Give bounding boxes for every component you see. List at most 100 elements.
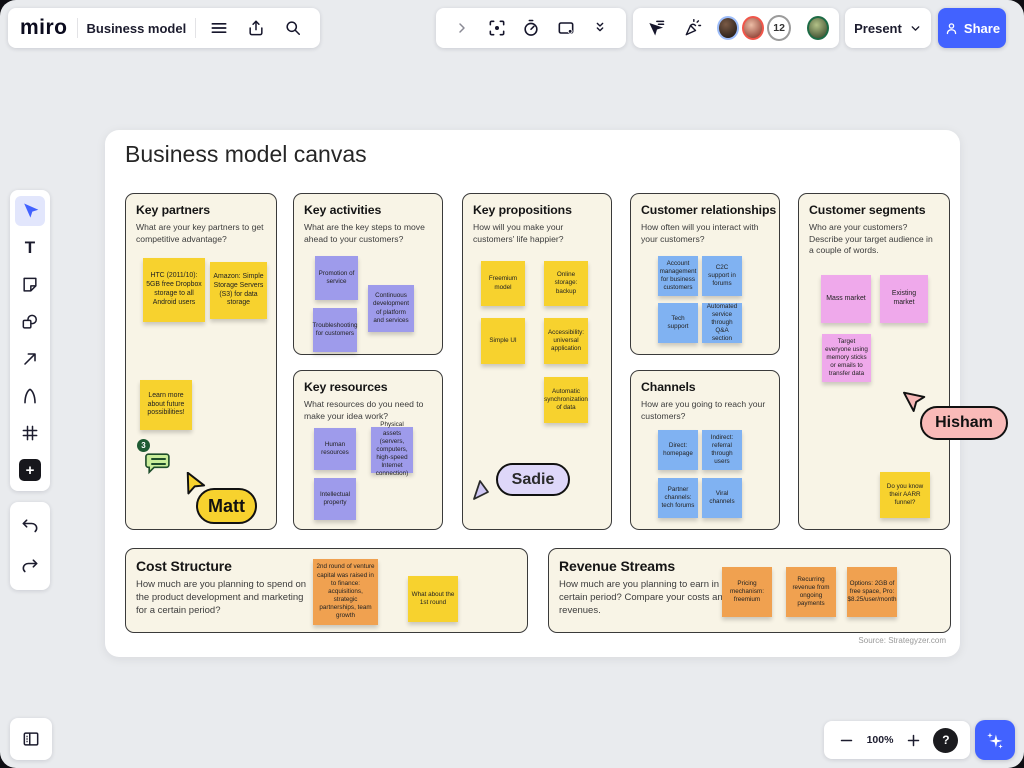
follow-cursor-icon (648, 20, 664, 36)
section-description: How often will you interact with your cu… (641, 222, 759, 244)
search-button[interactable] (279, 14, 307, 42)
sticky-note[interactable]: Physical assets (servers, computers, hig… (371, 421, 413, 477)
undo-button[interactable] (15, 511, 45, 541)
search-icon (286, 21, 301, 35)
select-cursor-icon (24, 203, 39, 218)
follow-button[interactable] (643, 14, 668, 42)
sticky-note[interactable]: HTC (2011/10): 5GB free Dropbox storage … (143, 258, 205, 322)
divider (195, 18, 197, 38)
undo-icon (22, 519, 38, 533)
section-description: Who are your customers? Describe your ta… (809, 222, 933, 256)
arrow-icon (24, 353, 36, 365)
text-tool-icon: T (24, 238, 36, 257)
pen-tool[interactable] (15, 381, 45, 411)
source-attribution: Source: Strategyzer.com (858, 636, 946, 645)
sticky-note[interactable]: Do you know their AARR funnel? (880, 472, 930, 518)
miro-logo[interactable]: miro (20, 16, 68, 40)
current-user-avatar[interactable] (807, 16, 829, 40)
sticky-note[interactable]: Recurring revenue from ongoing payments (786, 567, 836, 617)
sticky-note[interactable]: Direct: homepage (658, 430, 698, 470)
text-tool[interactable]: T (15, 233, 45, 263)
divider (76, 18, 78, 38)
creation-toolbar: T + (10, 190, 50, 491)
share-button[interactable]: Share (938, 8, 1006, 48)
share-label: Share (963, 20, 1001, 36)
export-icon (249, 20, 263, 36)
sticky-note[interactable]: Amazon: Simple Storage Servers (S3) for … (210, 262, 267, 319)
collaborator-avatar[interactable] (742, 16, 765, 40)
sticky-note[interactable]: Viral channels (702, 478, 742, 518)
section-description: What are the key steps to move ahead to … (304, 222, 425, 244)
chevron-down-icon (911, 25, 920, 31)
help-button[interactable]: ? (933, 727, 959, 753)
collaborator-avatar[interactable] (717, 16, 740, 40)
sticky-note[interactable]: Automatic synchronization of data (544, 377, 588, 423)
section-description: What are your key partners to get compet… (136, 222, 264, 244)
zoom-in-button[interactable] (902, 726, 924, 754)
pen-icon (24, 388, 36, 404)
export-button[interactable] (242, 14, 270, 42)
shapes-icon (22, 314, 37, 329)
main-menu-button[interactable] (205, 14, 233, 42)
collapse-toolbar-button[interactable] (448, 14, 476, 42)
sticky-note[interactable]: Troubleshooting for customers (313, 308, 357, 352)
sticky-note[interactable]: Partner channels: tech forums (658, 478, 698, 518)
zoom-level[interactable]: 100% (867, 734, 894, 746)
sticky-note[interactable]: Human resources (314, 428, 356, 470)
participants-count-badge[interactable]: 12 (767, 15, 792, 41)
sticky-note-tool[interactable] (15, 270, 45, 300)
sticky-note[interactable]: Automated service through Q&A section (702, 303, 742, 343)
section-description: How will you make your customers' life h… (473, 222, 564, 244)
sadie-name-tag: Sadie (496, 463, 570, 496)
redo-button[interactable] (15, 551, 45, 581)
matt-name-tag: Matt (196, 488, 257, 524)
sticky-note[interactable]: Mass market (821, 275, 871, 323)
sticky-note[interactable]: Promotion of service (315, 256, 358, 300)
sticky-note[interactable]: Learn more about future possibilities! (140, 380, 192, 430)
frames-panel-button[interactable] (10, 718, 52, 760)
zoom-out-button[interactable] (836, 726, 858, 754)
sticky-note[interactable]: Options: 2GB of free space, Pro: $8.25/u… (847, 567, 897, 617)
sparkles-icon (987, 732, 1003, 749)
sticky-note[interactable]: Simple UI (481, 318, 525, 364)
ai-assistant-button[interactable] (975, 720, 1015, 760)
sticky-note[interactable]: What about the 1st round (408, 576, 458, 622)
frame-tool[interactable] (15, 418, 45, 448)
section-description: How are you going to reach your customer… (641, 399, 766, 421)
sticky-note[interactable]: Existing market (880, 275, 928, 323)
sticky-note[interactable]: Account management for business customer… (658, 256, 698, 296)
sticky-note[interactable]: Accessibility: universal application (544, 318, 588, 364)
timer-icon (524, 19, 538, 36)
connector-tool[interactable] (15, 344, 45, 374)
sticky-note[interactable]: C2C support in forums (702, 256, 742, 296)
section-description: What resources do you need to make your … (304, 399, 424, 421)
sticky-note[interactable]: Continuous development of platform and s… (368, 285, 414, 332)
board-canvas[interactable]: Business model canvas Key partners What … (105, 130, 960, 657)
present-button[interactable]: Present (845, 8, 931, 48)
section-title: Customer relationships (641, 203, 777, 217)
comment-count-badge: 3 (137, 439, 150, 452)
select-tool[interactable] (15, 196, 45, 226)
frame-title[interactable]: Business model canvas (125, 141, 367, 168)
shapes-tool[interactable] (15, 307, 45, 337)
board-title[interactable]: Business model (87, 21, 187, 36)
slides-button[interactable] (552, 14, 580, 42)
sticky-note[interactable]: Target everyone using memory sticks or e… (822, 334, 871, 382)
section-description: How much are you planning to spend on th… (136, 579, 307, 616)
miro-board-app: miro Business model 12 Present Share T +… (0, 0, 1024, 768)
sticky-note[interactable]: Intellectual property (314, 478, 356, 520)
sticky-note[interactable]: Freemium model (481, 261, 525, 306)
sticky-note[interactable]: 2nd round of venture capital was raised … (313, 559, 378, 625)
comment-thread[interactable]: 3 (137, 439, 175, 480)
more-tools-button[interactable] (586, 14, 614, 42)
sticky-note[interactable]: Tech support (658, 303, 698, 343)
sticky-note[interactable]: Indirect: referral through users (702, 430, 742, 470)
section-title: Channels (641, 380, 696, 394)
sticky-note[interactable]: Online storage: backup (544, 261, 588, 306)
sticky-note[interactable]: Pricing mechanism: freemium (722, 567, 772, 617)
reactions-button[interactable] (680, 14, 705, 42)
question-mark-icon: ? (942, 733, 950, 747)
timer-button[interactable] (517, 14, 545, 42)
attention-button[interactable] (483, 14, 511, 42)
more-apps-tool[interactable]: + (15, 455, 45, 485)
